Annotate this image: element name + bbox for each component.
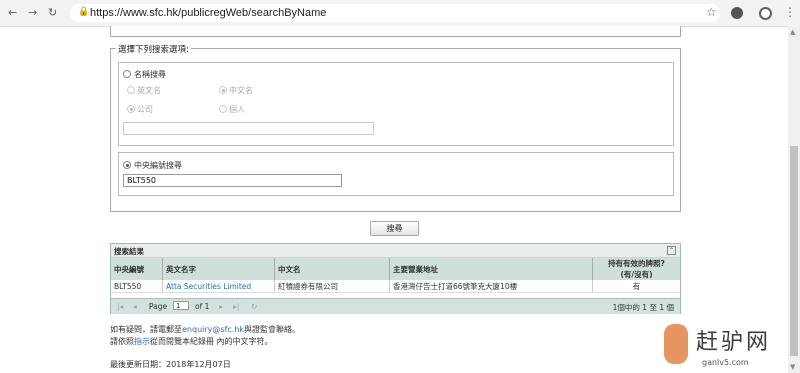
results-table: 中央編號 英文名字 中文名 主要營業地址 持有有效的牌照? (有/沒有) BLT… [111, 258, 680, 293]
individual-radio[interactable] [219, 105, 227, 113]
collapse-icon[interactable]: ⌃ [667, 246, 676, 255]
back-icon[interactable]: ← [8, 6, 17, 19]
instructions-link[interactable]: 指示 [134, 337, 150, 346]
col-chinese-name[interactable]: 中文名 [274, 258, 390, 280]
page-label: Page [149, 302, 168, 311]
pager: |◂ ◂ | Page 1 of 1 ▸ ▸| ↻ 1個中的 1 至 1 個 [111, 298, 680, 314]
previous-section-box [110, 26, 681, 37]
english-name-label: 英文名 [137, 86, 161, 95]
ce-search-label: 中央編號搜尋 [134, 161, 182, 170]
footer-line2-suffix: 從而閱覽本紀錄冊 內的中文字符。 [150, 337, 273, 346]
address-bar[interactable]: 🔒 https://www.sfc.hk/publicregWeb/search… [70, 4, 720, 22]
prev-page-icon[interactable]: ◂ [133, 302, 137, 311]
profile-icon[interactable] [759, 7, 772, 20]
english-name-radio[interactable] [127, 86, 135, 94]
pager-summary: 1個中的 1 至 1 個 [612, 303, 674, 312]
vertical-scrollbar[interactable]: ▲ ▼ [788, 26, 800, 373]
page-number-input[interactable]: 1 [173, 301, 189, 310]
footer-line-1: 如有疑問，請電郵至enquiry@sfc.hk與證監會聯絡。 [110, 324, 300, 335]
search-options-legend: 選擇下列搜索選項: [116, 43, 191, 55]
results-title: 搜索結果 [114, 247, 144, 256]
search-button[interactable]: 搜尋 [370, 221, 419, 236]
of-pages-label: of 1 [195, 302, 210, 311]
table-row: BLT550 Atta Securities Limited 紅犢證券有限公司 … [111, 280, 680, 293]
watermark-url: ganlv5.com [702, 358, 749, 367]
scroll-down-icon[interactable]: ▼ [790, 363, 795, 371]
company-radio[interactable] [127, 105, 135, 113]
menu-icon[interactable]: ⋮ [784, 5, 796, 19]
col-ce-number[interactable]: 中央編號 [111, 258, 163, 280]
col-licensed-line1: 持有有效的牌照? [608, 259, 665, 268]
next-page-icon[interactable]: ▸ [219, 302, 223, 311]
cell-ce-number: BLT550 [111, 280, 163, 293]
name-input[interactable] [123, 122, 374, 135]
last-updated: 最後更新日期：2018年12月07日 [110, 360, 231, 369]
extension-icon[interactable] [731, 7, 743, 19]
ce-search-radio[interactable] [123, 161, 131, 169]
chinese-name-label: 中文名 [229, 86, 253, 95]
bookmark-star-icon[interactable]: ☆ [706, 5, 717, 19]
col-english-name[interactable]: 英文名字 [162, 258, 275, 280]
url-text: https://www.sfc.hk/publicregWeb/searchBy… [90, 7, 327, 19]
first-page-icon[interactable]: |◂ [117, 302, 123, 311]
lock-icon: 🔒 [78, 7, 90, 17]
scroll-up-icon[interactable]: ▲ [790, 28, 795, 36]
donkey-logo-icon [664, 324, 688, 364]
footer-line1-prefix: 如有疑問，請電郵至 [110, 325, 182, 334]
name-search-radio[interactable] [123, 70, 131, 78]
watermark-text: 赶驴网 [696, 330, 772, 355]
footer-line-2: 請依照指示從而閱覽本紀錄冊 內的中文字符。 [110, 336, 273, 347]
forward-icon[interactable]: → [28, 6, 37, 19]
col-licensed[interactable]: 持有有效的牌照? (有/沒有) [592, 258, 680, 280]
cell-english-name-link[interactable]: Atta Securities Limited [162, 280, 275, 293]
footer-line1-suffix: 與證監會聯絡。 [244, 325, 301, 334]
search-results-panel: 搜索結果 ⌃ 中央編號 英文名字 中文名 主要營業地址 持有有效的牌照? (有/… [110, 243, 681, 314]
watermark: 赶驴网 ganlv5.com [664, 324, 780, 369]
chinese-name-radio[interactable] [219, 86, 227, 94]
results-header: 搜索結果 ⌃ [111, 244, 680, 258]
cell-address: 香港灣仔告士打道66號筆克大廈10樓 [389, 280, 593, 293]
browser-toolbar: ← → ↻ 🔒 https://www.sfc.hk/publicregWeb/… [0, 0, 800, 27]
cell-chinese-name: 紅犢證券有限公司 [274, 280, 390, 293]
ce-number-input[interactable]: BLT550 [123, 174, 342, 187]
individual-label: 個人 [229, 105, 245, 114]
refresh-icon[interactable]: ↻ [251, 302, 257, 311]
reload-icon[interactable]: ↻ [48, 6, 57, 19]
scrollbar-thumb[interactable] [790, 146, 798, 356]
cell-licensed: 有 [592, 280, 680, 293]
footer-line2-prefix: 請依照 [110, 337, 134, 346]
col-licensed-line2: (有/沒有) [620, 270, 653, 279]
name-search-label: 名稱搜尋 [134, 70, 166, 79]
col-address[interactable]: 主要營業地址 [389, 258, 593, 280]
enquiry-email-link[interactable]: enquiry@sfc.hk [182, 325, 244, 334]
last-page-icon[interactable]: ▸| [233, 302, 239, 311]
company-label: 公司 [137, 105, 153, 114]
